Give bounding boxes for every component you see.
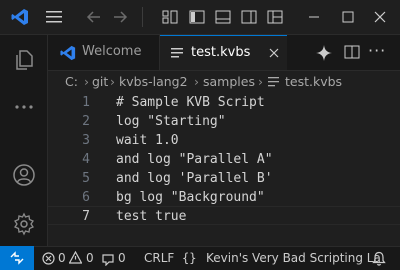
close-icon[interactable] bbox=[268, 47, 280, 59]
line-number: 3 bbox=[82, 133, 90, 148]
close-icon[interactable] bbox=[372, 9, 388, 25]
chevron-right-icon: › bbox=[258, 74, 263, 89]
minimize-icon[interactable] bbox=[306, 9, 322, 25]
breadcrumb-item[interactable]: C: bbox=[65, 74, 78, 89]
error-count[interactable]: 0 bbox=[58, 251, 66, 265]
sidebar-toggle-icon[interactable] bbox=[189, 9, 205, 25]
line-number: 2 bbox=[82, 114, 90, 129]
vscode-logo-icon bbox=[11, 9, 28, 25]
line-number: 6 bbox=[82, 190, 90, 205]
forward-arrow-icon[interactable] bbox=[112, 9, 128, 25]
title-bar bbox=[0, 0, 400, 35]
breadcrumb-item[interactable]: samples bbox=[203, 74, 255, 89]
warning-icon[interactable] bbox=[69, 251, 82, 264]
breadcrumb-item[interactable]: test.kvbs bbox=[285, 74, 342, 89]
warning-count[interactable]: 0 bbox=[86, 251, 94, 265]
breadcrumb-item[interactable]: git bbox=[92, 74, 108, 89]
code-line: 2 log "Starting" bbox=[48, 112, 400, 131]
file-lines-icon bbox=[171, 48, 183, 58]
ports-count[interactable]: 0 bbox=[118, 251, 126, 265]
more-icon[interactable] bbox=[12, 95, 36, 119]
line-number: 1 bbox=[82, 95, 90, 110]
remote-icon bbox=[10, 251, 24, 265]
explorer-icon[interactable] bbox=[12, 48, 36, 72]
chevron-right-icon: › bbox=[194, 74, 199, 89]
more-actions-icon[interactable]: ··· bbox=[368, 41, 386, 60]
code-text: and log "Parallel A" bbox=[116, 152, 273, 167]
code-text: bg log "Background" bbox=[116, 190, 265, 205]
activity-bar bbox=[0, 35, 48, 246]
code-text: log "Starting" bbox=[116, 114, 226, 129]
eol-indicator[interactable]: CRLF bbox=[144, 251, 174, 265]
file-lines-icon bbox=[268, 77, 279, 87]
code-text: test true bbox=[116, 209, 187, 224]
panel-toggle-icon[interactable] bbox=[215, 9, 231, 25]
code-line-active: 7 test true bbox=[48, 207, 400, 226]
line-number: 7 bbox=[82, 209, 90, 224]
maximize-icon[interactable] bbox=[340, 9, 356, 25]
split-editor-icon[interactable] bbox=[344, 44, 360, 60]
layout-customize-icon[interactable] bbox=[267, 9, 283, 25]
breadcrumb: C: › git › kvbs-lang2 › samples › test.k… bbox=[48, 71, 400, 93]
code-text: # Sample KVB Script bbox=[116, 95, 265, 110]
language-mode[interactable]: Kevin's Very Bad Scripting La bbox=[206, 251, 381, 265]
chevron-right-icon: › bbox=[110, 74, 115, 89]
tab-label: test.kvbs bbox=[191, 45, 251, 60]
divider bbox=[142, 7, 143, 27]
status-bar: 0 0 0 CRLF {} Kevin's Very Bad Scripting… bbox=[0, 246, 400, 270]
line-number: 4 bbox=[82, 152, 90, 167]
line-number: 5 bbox=[82, 171, 90, 186]
layout-icon[interactable] bbox=[162, 9, 178, 25]
chevron-right-icon: › bbox=[84, 74, 89, 89]
code-line: 3 wait 1.0 bbox=[48, 131, 400, 150]
account-icon[interactable] bbox=[12, 163, 36, 187]
code-text: wait 1.0 bbox=[116, 133, 179, 148]
error-icon[interactable] bbox=[42, 252, 55, 265]
settings-gear-icon[interactable] bbox=[12, 212, 36, 236]
tab-welcome[interactable]: Welcome bbox=[48, 35, 160, 70]
back-arrow-icon[interactable] bbox=[86, 9, 102, 25]
code-text: and log 'Parallel B' bbox=[116, 171, 273, 186]
bell-icon[interactable] bbox=[372, 251, 386, 266]
breadcrumb-item[interactable]: kvbs-lang2 bbox=[119, 74, 188, 89]
code-line: 5 and log 'Parallel B' bbox=[48, 169, 400, 188]
braces-icon: {} bbox=[182, 251, 197, 265]
vscode-logo-icon bbox=[60, 45, 76, 61]
copilot-sparkle-icon[interactable] bbox=[315, 44, 333, 62]
code-editor[interactable]: 1 # Sample KVB Script 2 log "Starting" 3… bbox=[48, 93, 400, 246]
secondary-sidebar-icon[interactable] bbox=[241, 9, 257, 25]
code-line: 1 # Sample KVB Script bbox=[48, 93, 400, 112]
tab-test-kvbs[interactable]: test.kvbs bbox=[160, 35, 287, 70]
code-line: 4 and log "Parallel A" bbox=[48, 150, 400, 169]
remote-button[interactable] bbox=[0, 246, 34, 270]
ports-icon[interactable] bbox=[101, 252, 115, 266]
menu-icon[interactable] bbox=[46, 10, 62, 24]
editor-tabs: Welcome test.kvbs ··· bbox=[48, 35, 400, 71]
tab-label: Welcome bbox=[82, 44, 142, 59]
code-line: 6 bg log "Background" bbox=[48, 188, 400, 207]
